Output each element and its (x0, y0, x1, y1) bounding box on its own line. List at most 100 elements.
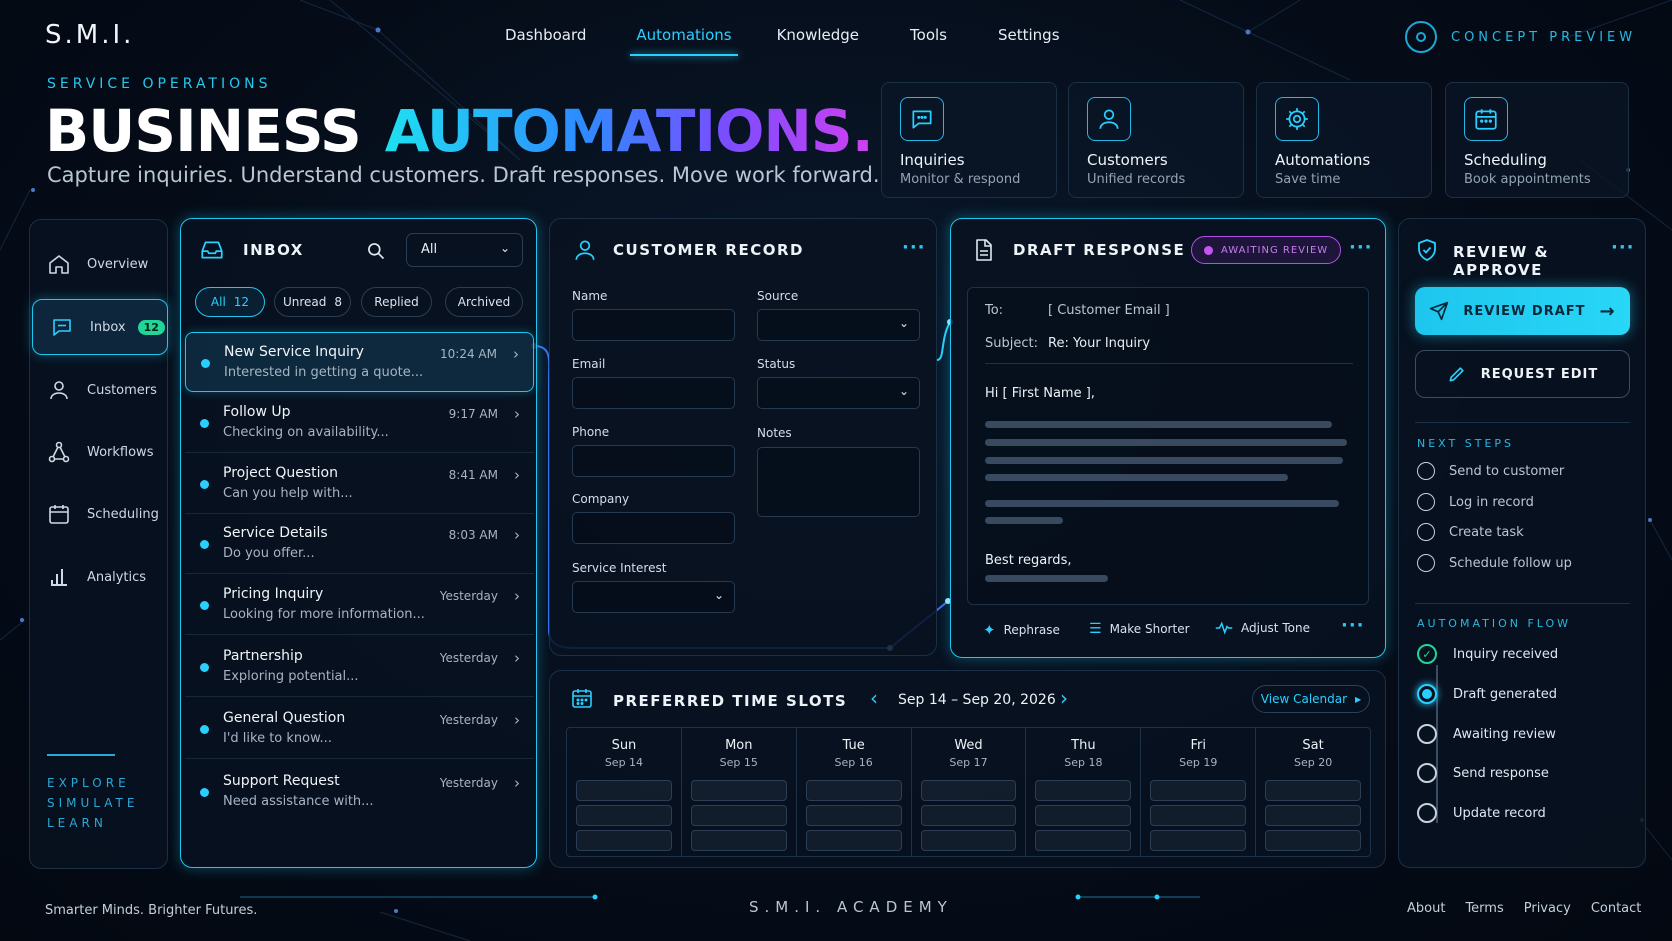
message-time: 9:17 AM (448, 407, 498, 421)
nav-settings[interactable]: Settings (998, 24, 1060, 56)
next-step-item[interactable]: Log in record (1417, 493, 1534, 511)
search-icon[interactable] (366, 241, 386, 261)
nav-automations[interactable]: Automations (630, 24, 738, 56)
view-calendar-button[interactable]: View Calendar ▶ (1252, 685, 1370, 713)
sidebar-item-inbox[interactable]: Inbox 12 (32, 299, 168, 355)
more-icon[interactable]: ··· (1349, 237, 1373, 258)
chip-unread[interactable]: Unread 8 (274, 287, 351, 317)
time-slot[interactable] (920, 805, 1017, 826)
feature-title: Inquiries (900, 151, 965, 169)
sidebar-item-analytics[interactable]: Analytics (30, 549, 169, 605)
next-step-item[interactable]: Create task (1417, 523, 1524, 541)
chip-label: All (210, 295, 226, 309)
footer-link-contact[interactable]: Contact (1591, 901, 1642, 916)
time-slot[interactable] (1265, 805, 1362, 826)
footer-link-privacy[interactable]: Privacy (1524, 901, 1571, 916)
time-slot[interactable] (1035, 780, 1132, 801)
divider (47, 754, 115, 756)
simulate-link[interactable]: SIMULATE (47, 793, 138, 813)
inbox-message[interactable]: Pricing Inquiry Looking for more informat… (185, 575, 534, 635)
inbox-message[interactable]: General Question I'd like to know... Yeste… (185, 699, 534, 759)
sidebar-item-workflows[interactable]: Workflows (30, 424, 169, 480)
feature-card-scheduling[interactable]: Scheduling Book appointments (1445, 82, 1629, 198)
feature-card-inquiries[interactable]: Inquiries Monitor & respond (881, 82, 1057, 198)
footer-link-about[interactable]: About (1407, 901, 1445, 916)
time-slot[interactable] (805, 780, 902, 801)
nav-knowledge[interactable]: Knowledge (777, 24, 859, 56)
nav-dashboard[interactable]: Dashboard (505, 24, 586, 56)
source-select[interactable]: ⌄ (757, 309, 920, 341)
service-interest-select[interactable]: ⌄ (572, 581, 735, 613)
brand-logo[interactable]: S.M.I. (45, 20, 134, 50)
feature-card-automations[interactable]: Automations Save time (1256, 82, 1432, 198)
time-slot[interactable] (690, 805, 787, 826)
learn-link[interactable]: LEARN (47, 813, 138, 833)
chevron-left-icon[interactable]: ‹ (870, 686, 878, 710)
request-edit-button[interactable]: REQUEST EDIT (1415, 350, 1630, 398)
text-placeholder-line (985, 500, 1339, 507)
next-step-item[interactable]: Send to customer (1417, 462, 1564, 480)
flow-label: Send response (1453, 765, 1549, 781)
time-slot[interactable] (920, 830, 1017, 851)
chip-all[interactable]: All 12 (195, 287, 265, 317)
time-slot[interactable] (1265, 780, 1362, 801)
inbox-message[interactable]: Follow Up Checking on availability... 9:17… (185, 393, 534, 453)
chip-label: Unread (282, 295, 327, 309)
time-slot[interactable] (1035, 805, 1132, 826)
inbox-title: INBOX (243, 241, 304, 259)
sidebar-item-overview[interactable]: Overview (30, 236, 169, 292)
radio-icon (1417, 462, 1435, 480)
time-slot[interactable] (1150, 780, 1247, 801)
nav-tools[interactable]: Tools (910, 24, 947, 56)
time-slot[interactable] (690, 830, 787, 851)
sidebar-item-customers[interactable]: Customers (30, 362, 169, 418)
inbox-message[interactable]: Service Details Do you offer... 8:03 AM › (185, 514, 534, 574)
name-field[interactable] (572, 309, 735, 341)
message-title: Service Details (223, 525, 328, 541)
email-field[interactable] (572, 377, 735, 409)
day-name: Mon (725, 738, 753, 753)
status-select[interactable]: ⌄ (757, 377, 920, 409)
time-slot[interactable] (920, 780, 1017, 801)
time-slot[interactable] (1035, 830, 1132, 851)
user-icon (50, 381, 68, 400)
time-slot[interactable] (1150, 830, 1247, 851)
time-slot[interactable] (576, 830, 672, 851)
inbox-message[interactable]: Support Request Need assistance with... Ye… (185, 762, 534, 822)
time-slot[interactable] (576, 780, 672, 801)
rephrase-button[interactable]: ✦ Rephrase (983, 621, 1060, 639)
review-draft-button[interactable]: REVIEW DRAFT → (1415, 287, 1630, 335)
sidebar-item-scheduling[interactable]: Scheduling (30, 486, 169, 542)
time-slot[interactable] (576, 805, 672, 826)
inbox-message[interactable]: Project Question Can you help with... 8:41… (185, 454, 534, 514)
time-slot[interactable] (805, 830, 902, 851)
hero-title-2: AUTOMATIONS. (384, 97, 874, 165)
inbox-message[interactable]: New Service Inquiry Interested in getting… (185, 332, 534, 392)
explore-link[interactable]: EXPLORE (47, 773, 138, 793)
footer-link-terms[interactable]: Terms (1465, 901, 1503, 916)
inbox-message[interactable]: Partnership Exploring potential... Yesterd… (185, 637, 534, 697)
time-slot[interactable] (1150, 805, 1247, 826)
chip-archived[interactable]: Archived (445, 287, 523, 317)
time-slot[interactable] (1265, 830, 1362, 851)
more-icon[interactable]: ··· (1341, 615, 1365, 636)
adjust-tone-button[interactable]: Adjust Tone (1215, 621, 1310, 635)
phone-field[interactable] (572, 445, 735, 477)
make-shorter-button[interactable]: ☰ Make Shorter (1089, 621, 1190, 637)
button-label: REVIEW DRAFT (1463, 303, 1586, 319)
time-slot[interactable] (805, 805, 902, 826)
email-preview[interactable]: To: [ Customer Email ] Subject: Re: Your… (967, 287, 1369, 605)
message-title: New Service Inquiry (224, 344, 364, 360)
company-field[interactable] (572, 512, 735, 544)
time-slot[interactable] (690, 780, 787, 801)
more-icon[interactable]: ··· (1611, 237, 1635, 258)
chevron-right-icon: › (514, 526, 520, 544)
chip-replied[interactable]: Replied (361, 287, 432, 317)
notes-field[interactable] (757, 447, 920, 517)
feature-card-customers[interactable]: Customers Unified records (1068, 82, 1244, 198)
next-step-item[interactable]: Schedule follow up (1417, 554, 1572, 572)
company-label: Company (572, 492, 630, 506)
chevron-right-icon[interactable]: › (1060, 686, 1068, 710)
more-icon[interactable]: ··· (902, 237, 926, 258)
filter-select[interactable]: All ⌄ (406, 233, 523, 267)
